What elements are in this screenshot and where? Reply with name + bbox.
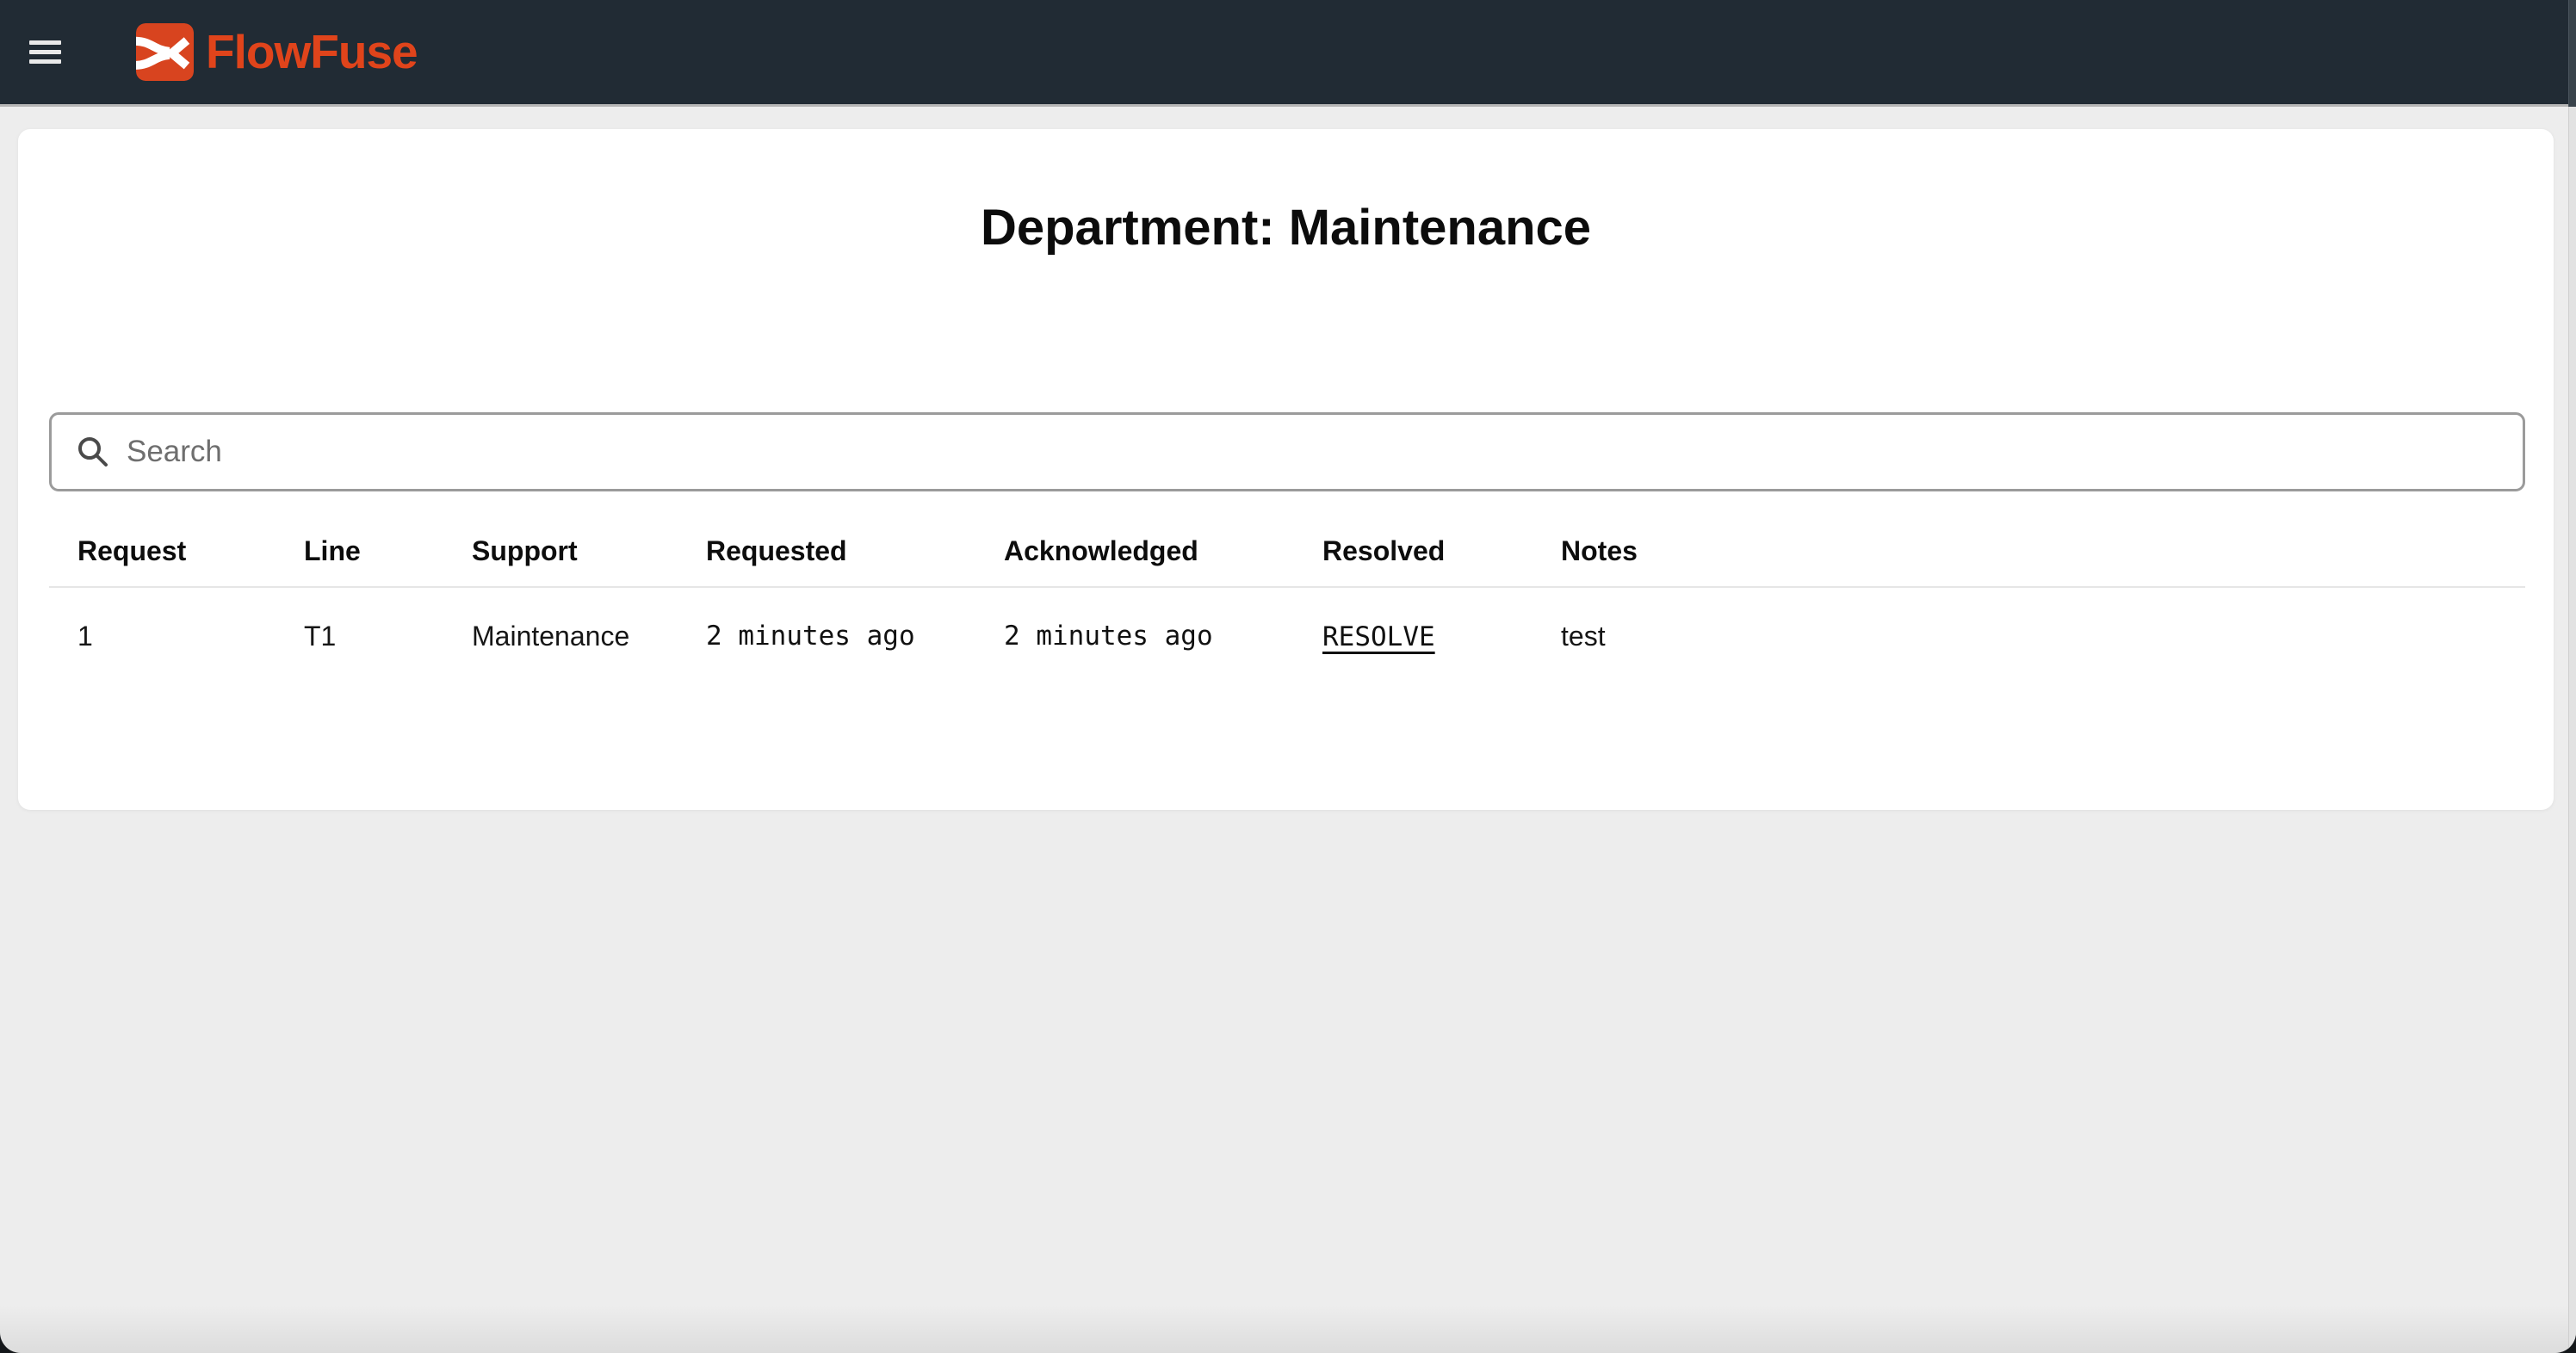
search-icon [77,436,109,468]
resolve-link[interactable]: RESOLVE [1322,621,1435,652]
hamburger-icon [29,40,61,64]
column-header-requested: Requested [706,535,1004,567]
cell-line: T1 [304,621,472,652]
column-header-resolved: Resolved [1322,535,1561,567]
column-header-line: Line [304,535,472,567]
flowfuse-wordmark: FlowFuse [206,28,418,76]
table-row: 1 T1 Maintenance 2 minutes ago 2 minutes… [49,588,2525,684]
column-header-request: Request [77,535,304,567]
column-header-support: Support [472,535,706,567]
search-input[interactable] [125,434,2505,470]
search-box [49,412,2525,491]
page-title: Department: Maintenance [18,202,2554,255]
table-header-row: Request Line Support Requested Acknowled… [49,516,2525,586]
scrollbar-track [2568,107,2576,1353]
app-window: FlowFuse Department: Maintenance Request… [0,0,2576,1353]
cell-acknowledged: 2 minutes ago [1004,621,1322,652]
scrollbar[interactable] [2568,0,2576,1353]
flowfuse-logo-icon [136,23,194,81]
cell-requested: 2 minutes ago [706,621,1004,652]
menu-button[interactable] [21,32,70,72]
requests-table: Request Line Support Requested Acknowled… [49,516,2525,684]
flowfuse-logo: FlowFuse [136,23,418,81]
cell-request: 1 [77,621,304,652]
scrollbar-header-segment [2568,0,2576,107]
content-card: Department: Maintenance Request Line Sup… [18,129,2554,810]
cell-notes: test [1561,621,2525,652]
cell-support: Maintenance [472,621,706,652]
app-header: FlowFuse [0,0,2576,107]
column-header-notes: Notes [1561,535,2525,567]
column-header-acknowledged: Acknowledged [1004,535,1322,567]
